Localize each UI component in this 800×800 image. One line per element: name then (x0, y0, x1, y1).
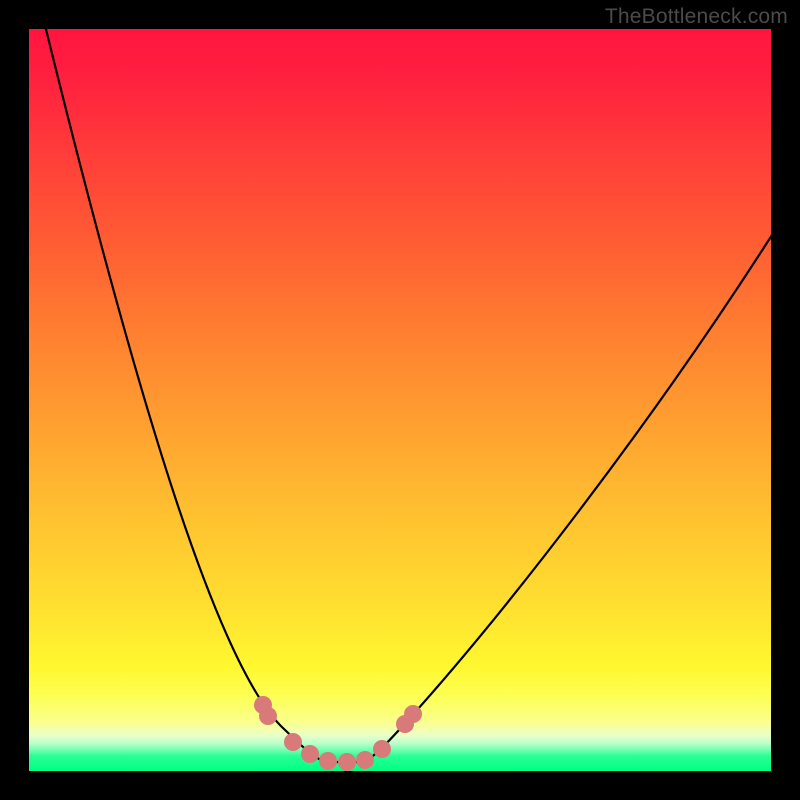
marker-dot (404, 705, 422, 723)
marker-dot (301, 745, 319, 763)
watermark-text: TheBottleneck.com (605, 5, 788, 29)
chart-frame (29, 29, 771, 771)
chart-svg (29, 29, 771, 771)
marker-dot (259, 707, 277, 725)
marker-dot (373, 740, 391, 758)
curve-left (41, 29, 325, 762)
curve-right (365, 224, 771, 762)
marker-dot (338, 753, 356, 771)
marker-dot (319, 752, 337, 770)
marker-dot (356, 751, 374, 769)
marker-dot (284, 733, 302, 751)
